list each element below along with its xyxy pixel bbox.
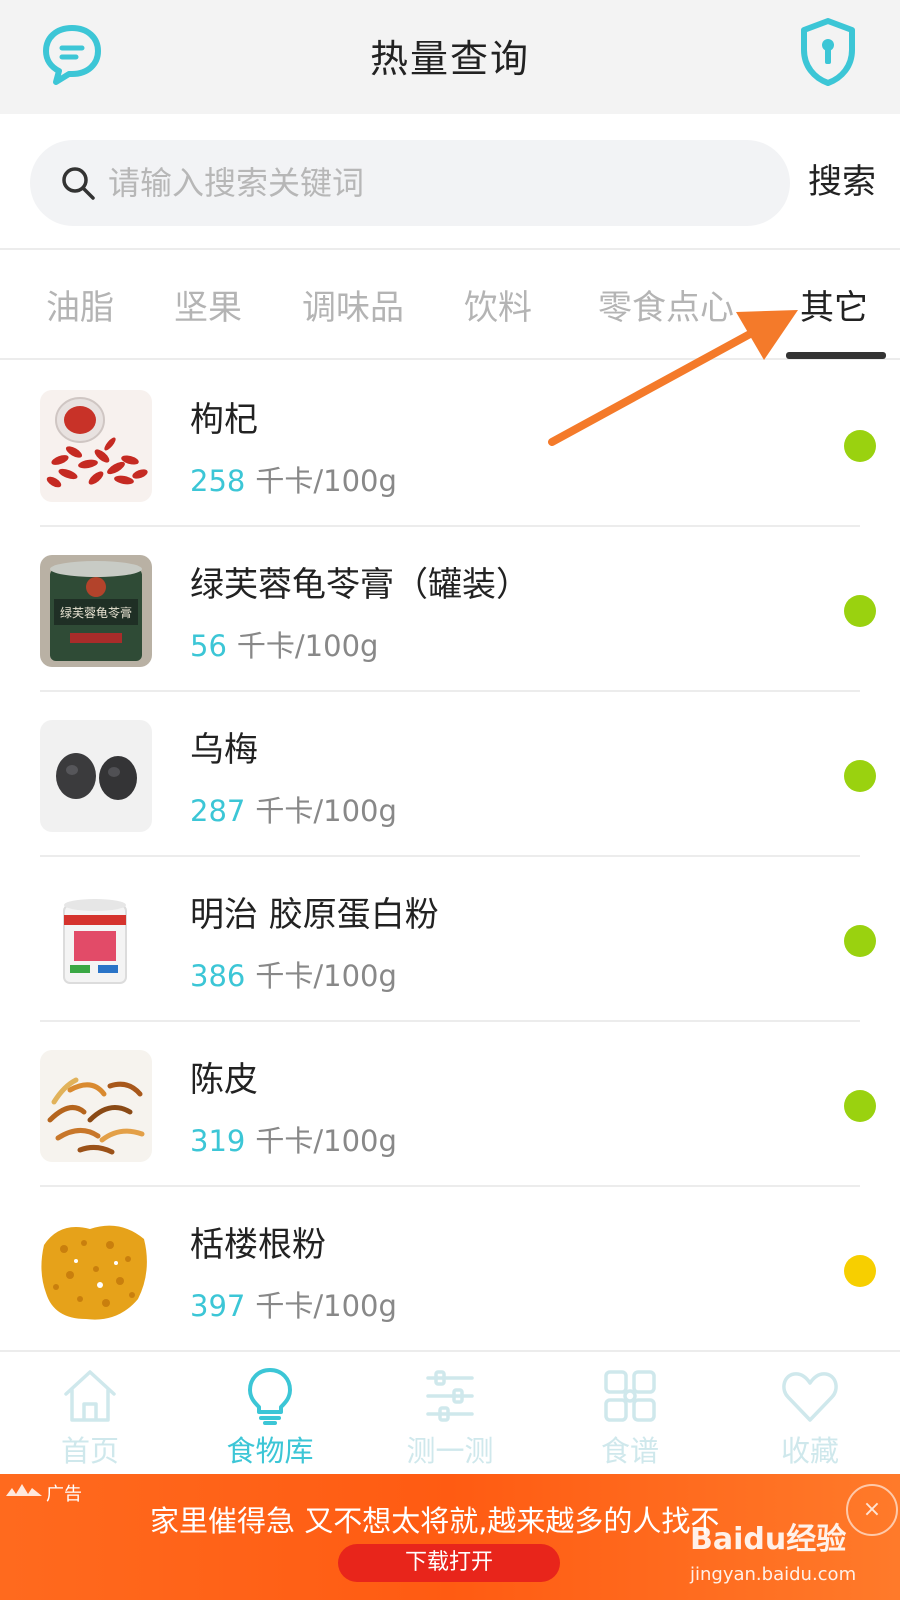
food-name: 明治 胶原蛋白粉 <box>190 895 439 935</box>
list-item[interactable]: 陈皮 319 千卡/100g <box>0 1022 900 1187</box>
app-header: 热量查询 <box>0 0 900 114</box>
active-tab-indicator <box>786 352 886 359</box>
list-item[interactable]: 枸杞 258 千卡/100g <box>0 362 900 527</box>
calorie-unit: 千卡/100g <box>236 629 379 663</box>
food-name: 枸杞 <box>190 400 258 440</box>
calorie-unit: 千卡/100g <box>255 1124 397 1158</box>
heart-icon <box>782 1372 838 1422</box>
ad-tag: 广告 <box>46 1484 82 1505</box>
nav-recipes[interactable]: 食谱 <box>540 1360 720 1472</box>
calorie-value: 319 <box>190 1124 246 1158</box>
ad-logo-icon <box>6 1484 42 1496</box>
food-calories: 56 千卡/100g <box>190 623 378 665</box>
search-input[interactable] <box>108 158 748 208</box>
tab-drinks[interactable]: 饮料 <box>464 280 532 329</box>
nav-food-library[interactable]: 食物库 <box>180 1360 360 1472</box>
nav-label: 首页 <box>60 1434 119 1468</box>
calorie-value: 56 <box>190 629 227 663</box>
food-name: 乌梅 <box>190 730 258 770</box>
tab-nuts[interactable]: 坚果 <box>174 280 242 329</box>
grid-icon <box>604 1370 656 1422</box>
food-calories: 386 千卡/100g <box>190 953 397 995</box>
calorie-value: 258 <box>190 464 246 498</box>
search-box[interactable] <box>30 140 790 226</box>
status-dot <box>844 430 876 462</box>
calorie-value: 386 <box>190 959 246 993</box>
list-item[interactable]: 栝楼根粉 397 千卡/100g <box>0 1187 900 1352</box>
food-name: 栝楼根粉 <box>190 1225 326 1265</box>
calorie-value: 287 <box>190 794 246 828</box>
ad-close-button[interactable]: × <box>846 1484 898 1536</box>
status-dot <box>844 760 876 792</box>
nav-test[interactable]: 测一测 <box>360 1360 540 1472</box>
list-item[interactable]: 绿芙蓉龟苓膏 绿芙蓉龟苓膏（罐装） 56 千卡/100g <box>0 527 900 692</box>
food-name: 绿芙蓉龟苓膏（罐装） <box>190 565 530 605</box>
list-item[interactable]: 乌梅 287 千卡/100g <box>0 692 900 857</box>
food-thumbnail: 绿芙蓉龟苓膏 <box>40 555 152 667</box>
bottom-nav: 首页 食物库 测一测 食谱 收藏 <box>0 1350 900 1474</box>
search-button[interactable]: 搜索 <box>808 154 876 203</box>
status-dot <box>844 1255 876 1287</box>
tab-other[interactable]: 其它 <box>800 280 868 329</box>
nav-label: 食谱 <box>600 1434 659 1468</box>
food-thumbnail <box>40 885 152 997</box>
ad-download-button[interactable]: 下载打开 <box>338 1544 560 1582</box>
tab-condiments[interactable]: 调味品 <box>302 280 404 329</box>
home-icon <box>64 1370 116 1422</box>
food-thumbnail <box>40 1215 152 1327</box>
lightbulb-icon <box>248 1368 292 1425</box>
food-calories: 319 千卡/100g <box>190 1118 397 1160</box>
status-dot <box>844 595 876 627</box>
nav-label: 收藏 <box>780 1434 839 1468</box>
ad-text: 家里催得急 又不想太将就,越来越多的人找不 <box>150 1504 720 1538</box>
search-bar: 搜索 <box>0 114 900 250</box>
food-thumbnail <box>40 720 152 832</box>
watermark-url: jingyan.baidu.com <box>690 1564 857 1585</box>
watermark-logo: Baidu经验 <box>690 1522 847 1557</box>
search-icon <box>62 167 95 200</box>
nav-favorites[interactable]: 收藏 <box>720 1360 900 1472</box>
calorie-unit: 千卡/100g <box>255 959 397 993</box>
nav-home[interactable]: 首页 <box>0 1360 180 1472</box>
list-item[interactable]: 明治 胶原蛋白粉 386 千卡/100g <box>0 857 900 1022</box>
calorie-value: 397 <box>190 1289 246 1323</box>
ad-banner[interactable]: 广告 家里催得急 又不想太将就,越来越多的人找不 下载打开 × Baidu经验 … <box>0 1474 900 1600</box>
category-tabs: 油脂 坚果 调味品 饮料 零食点心 其它 <box>0 250 900 360</box>
food-calories: 397 千卡/100g <box>190 1283 397 1325</box>
status-dot <box>844 1090 876 1122</box>
nav-label: 食物库 <box>226 1434 314 1468</box>
food-calories: 258 千卡/100g <box>190 458 397 500</box>
food-thumbnail <box>40 1050 152 1162</box>
tab-snacks[interactable]: 零食点心 <box>598 280 734 329</box>
tab-oils[interactable]: 油脂 <box>46 280 114 329</box>
food-name: 陈皮 <box>190 1060 258 1100</box>
calorie-unit: 千卡/100g <box>255 464 397 498</box>
nav-label: 测一测 <box>406 1434 494 1468</box>
svg-text:绿芙蓉龟苓膏: 绿芙蓉龟苓膏 <box>60 605 132 620</box>
shield-lock-icon[interactable] <box>800 18 856 86</box>
calorie-unit: 千卡/100g <box>255 794 397 828</box>
page-title: 热量查询 <box>369 37 530 81</box>
calorie-unit: 千卡/100g <box>255 1289 397 1323</box>
sliders-icon <box>426 1370 474 1422</box>
food-calories: 287 千卡/100g <box>190 788 397 830</box>
status-dot <box>844 925 876 957</box>
food-thumbnail <box>40 390 152 502</box>
